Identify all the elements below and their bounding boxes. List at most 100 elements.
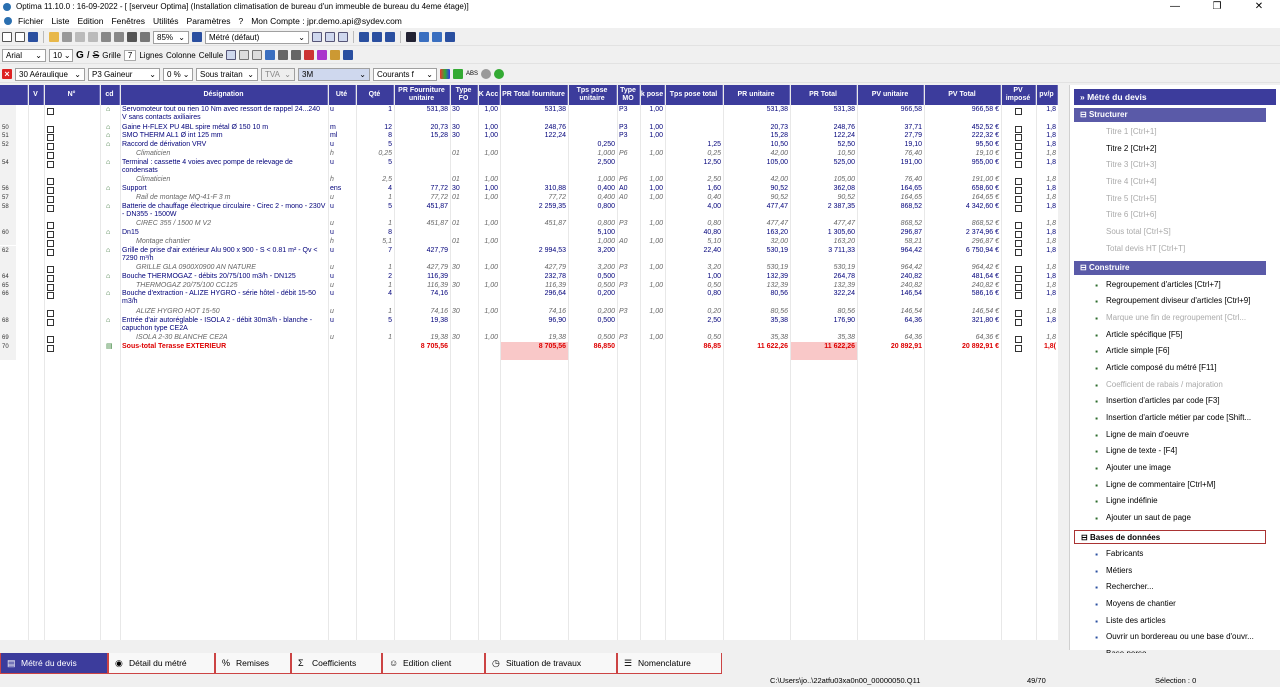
cell-type-mo[interactable]: P3 <box>617 123 640 132</box>
cell-pr-unitaire[interactable]: 35,38 <box>723 316 790 334</box>
panel-item[interactable]: ▪ Regroupement diviseur d'articles [Ctrl+… <box>1070 293 1265 310</box>
column-header-type-mo[interactable]: Type MO <box>617 85 640 105</box>
cell-tps-pose-total[interactable]: 0,25 <box>665 149 723 158</box>
move-updown-icon[interactable] <box>385 32 395 42</box>
cell-pr-total[interactable]: 90,52 <box>790 193 857 202</box>
cell-pr-total[interactable]: 105,00 <box>790 175 857 184</box>
cell-k-acc[interactable]: 1,00 <box>478 123 500 132</box>
panel-item[interactable]: ▪ Coefficient de rabais / majoration <box>1070 377 1265 394</box>
panel-item[interactable]: Titre 3 [Ctrl+3] <box>1070 157 1265 174</box>
cell-quantite[interactable]: 12 <box>356 123 394 132</box>
move-bottom-icon[interactable] <box>372 32 382 42</box>
cell-pr-unitaire[interactable]: 42,00 <box>723 175 790 184</box>
cell-type-mo[interactable] <box>617 202 640 220</box>
panel-item[interactable]: ▪ Marque une fin de regroupement [Ctrl... <box>1070 310 1265 327</box>
cell-unite[interactable]: u <box>328 281 356 290</box>
cell-pv-unitaire[interactable]: 296,87 <box>857 228 924 237</box>
cell-unite[interactable]: u <box>328 263 356 272</box>
cell-type-fo[interactable] <box>450 228 478 237</box>
column-header-pv-pr[interactable]: pv/p <box>1036 85 1058 105</box>
cell-pv-unitaire[interactable]: 76,40 <box>857 149 924 158</box>
cell-k-acc[interactable]: 1,00 <box>478 175 500 184</box>
cell-tps-pose-unitaire[interactable]: 5,100 <box>568 228 617 237</box>
subtotal-row[interactable]: 70 ▤ Sous-total Terasse EXTERIEUR 8 705,56 8… <box>0 342 1058 360</box>
cell-unite[interactable]: u <box>328 246 356 264</box>
table-row[interactable]: 66 ⌂ Bouche d'extraction - ALIZE HYGRO - s… <box>0 289 1058 307</box>
cell-pr-fourniture-unitaire[interactable]: 19,38 <box>394 316 450 334</box>
cell-pr-total[interactable]: 11 622,26 <box>790 342 857 360</box>
cell-designation[interactable]: Raccord de dérivation VRV <box>120 140 328 149</box>
cell-pr-fourniture-unitaire[interactable]: 8 705,56 <box>394 342 450 360</box>
cell-tps-pose-total[interactable]: 0,80 <box>665 219 723 228</box>
cell-quantite[interactable] <box>356 342 394 360</box>
panel-item[interactable]: ▪ Article simple [F6] <box>1070 343 1265 360</box>
cell-pv-unitaire[interactable]: 164,65 <box>857 184 924 193</box>
cell-pr-total-fourniture[interactable]: 296,64 <box>500 289 568 307</box>
cell-pr-fourniture-unitaire[interactable]: 531,38 <box>394 105 450 123</box>
cell-tps-pose-unitaire[interactable]: 86,850 <box>568 342 617 360</box>
cell-quantite[interactable]: 0,25 <box>356 149 394 158</box>
cell-pr-total-fourniture[interactable]: 77,72 <box>500 193 568 202</box>
tab-detail-du-metre[interactable]: ◉ Détail du métré <box>108 653 215 674</box>
cell-designation[interactable]: ALIZE HYGRO HOT 15-50 <box>120 307 328 316</box>
cell-pv-unitaire[interactable]: 964,42 <box>857 246 924 264</box>
lines-label[interactable]: Lignes <box>139 51 163 60</box>
cell-pr-total[interactable]: 176,90 <box>790 316 857 334</box>
cell-k-pose[interactable]: 1,00 <box>640 149 665 158</box>
column-header-k-acc[interactable]: K Acc <box>478 85 500 105</box>
cell-pr-fourniture-unitaire[interactable]: 427,79 <box>394 263 450 272</box>
cell-pr-total[interactable]: 477,47 <box>790 219 857 228</box>
cell-pv-unitaire[interactable]: 240,82 <box>857 281 924 290</box>
cell-tps-pose-unitaire[interactable]: 2,500 <box>568 158 617 176</box>
cell-quantite[interactable]: 2,5 <box>356 175 394 184</box>
cell-type-fo[interactable]: 30 <box>450 263 478 272</box>
cell-tps-pose-unitaire[interactable]: 0,200 <box>568 289 617 307</box>
panel-item[interactable]: ▪ Article composé du métré [F11] <box>1070 360 1265 377</box>
cell-designation[interactable]: CIREC 355 / 1500 M V2 <box>120 219 328 228</box>
cell-unite[interactable]: u <box>328 105 356 123</box>
table-row[interactable]: Montage chantier h 5,1 01 1,00 1,000 A0 1,00 5,1… <box>0 236 1058 247</box>
cell-k-acc[interactable] <box>478 158 500 176</box>
cell-pr-total-fourniture[interactable]: 531,38 <box>500 105 568 123</box>
cell-quantite[interactable]: 5 <box>356 140 394 149</box>
cell-pv-pr[interactable]: 1,8 <box>1036 281 1058 290</box>
column-header-v[interactable]: V <box>28 85 44 105</box>
cell-designation[interactable]: Gaine H-FLEX PU 4BL spire métal Ø 150 10… <box>120 123 328 132</box>
cell-pr-total[interactable]: 248,76 <box>790 123 857 132</box>
cell-pr-unitaire[interactable]: 80,56 <box>723 289 790 307</box>
cell-k-pose[interactable]: 1,00 <box>640 219 665 228</box>
open-folder-icon[interactable] <box>49 32 59 42</box>
cell-unite[interactable] <box>328 342 356 360</box>
cell-unite[interactable]: u <box>328 333 356 342</box>
cell-tps-pose-unitaire[interactable]: 0,400 <box>568 184 617 193</box>
cell-k-acc[interactable]: 1,00 <box>478 131 500 140</box>
align-left-icon[interactable] <box>265 50 276 60</box>
delete-icon[interactable]: × <box>2 69 12 79</box>
cell-type-mo[interactable]: P3 <box>617 105 640 123</box>
cell-pr-total[interactable]: 132,39 <box>790 281 857 290</box>
tools-icon[interactable] <box>406 32 416 42</box>
cell-pr-total-fourniture[interactable]: 427,79 <box>500 263 568 272</box>
cell-border-icon[interactable] <box>239 50 250 60</box>
cell-pr-total[interactable]: 35,38 <box>790 333 857 342</box>
cell-pv-total[interactable]: 955,00 € <box>924 158 1001 176</box>
cell-tps-pose-unitaire[interactable]: 1,000 <box>568 237 617 246</box>
cell-tps-pose-total[interactable]: 3,20 <box>665 263 723 272</box>
cell-type-mo[interactable] <box>617 140 640 149</box>
cell-unite[interactable]: h <box>328 237 356 246</box>
column-header-k-pose[interactable]: k pose <box>640 85 665 105</box>
cell-pr-fourniture-unitaire[interactable] <box>394 237 450 246</box>
column-header-pr-total[interactable]: PR Total <box>790 85 857 105</box>
cell-unite[interactable]: ml <box>328 131 356 140</box>
cell-pv-total[interactable]: 481,64 € <box>924 272 1001 281</box>
column-header-pv-unitaire[interactable]: PV unitaire <box>857 85 924 105</box>
table-row[interactable]: 60 ⌂ Dn15 u 8 5,100 40,80 163,20 1 305,60 296,87 2… <box>0 227 1058 238</box>
cell-k-pose[interactable]: 1,00 <box>640 263 665 272</box>
copy-lines-icon[interactable] <box>419 32 429 42</box>
cell-type-mo[interactable] <box>617 316 640 334</box>
series-select[interactable]: 3M <box>298 67 370 81</box>
cell-pv-pr[interactable]: 1,8 <box>1036 123 1058 132</box>
cell-tps-pose-unitaire[interactable] <box>568 123 617 132</box>
undo-icon[interactable] <box>101 32 111 42</box>
column-header-cd[interactable]: cd <box>100 85 120 105</box>
